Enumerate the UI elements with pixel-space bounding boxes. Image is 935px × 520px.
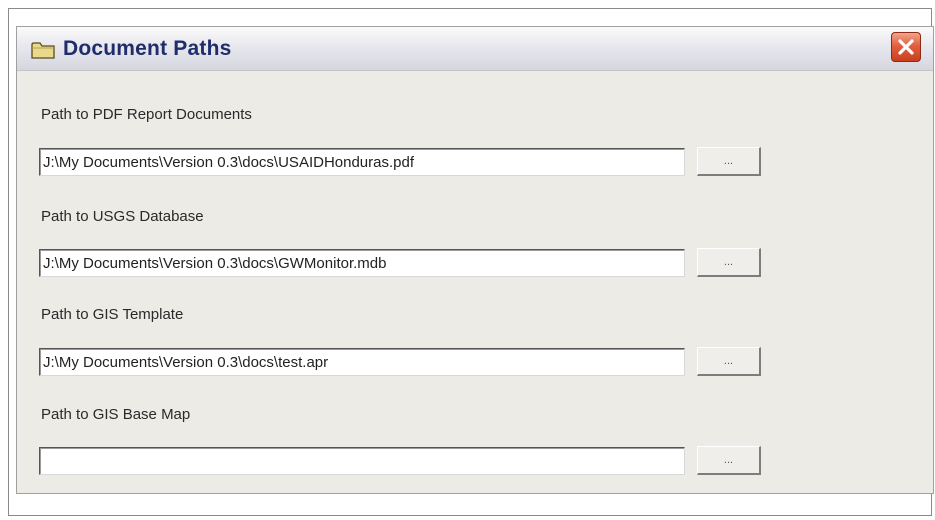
gis-template-label: Path to GIS Template: [41, 306, 184, 323]
folder-icon: [31, 41, 55, 59]
gis-template-browse-button[interactable]: ...: [697, 347, 761, 376]
document-paths-dialog: Document Paths Path to PDF Report Docume…: [16, 26, 934, 494]
gis-template-input[interactable]: [39, 348, 685, 376]
close-button[interactable]: [891, 32, 921, 62]
gis-base-map-browse-button[interactable]: ...: [697, 446, 761, 475]
gis-base-map-label: Path to GIS Base Map: [41, 406, 191, 423]
gis-base-map-input[interactable]: [39, 447, 685, 475]
pdf-path-label: Path to PDF Report Documents: [41, 106, 252, 123]
pdf-browse-button[interactable]: ...: [697, 147, 761, 176]
usgs-database-browse-button[interactable]: ...: [697, 248, 761, 277]
close-icon: [898, 39, 914, 55]
pdf-path-input[interactable]: [39, 148, 685, 176]
usgs-database-label: Path to USGS Database: [41, 208, 204, 225]
usgs-database-input[interactable]: [39, 249, 685, 277]
title-bar[interactable]: Document Paths: [17, 27, 933, 71]
window-title: Document Paths: [63, 37, 232, 60]
